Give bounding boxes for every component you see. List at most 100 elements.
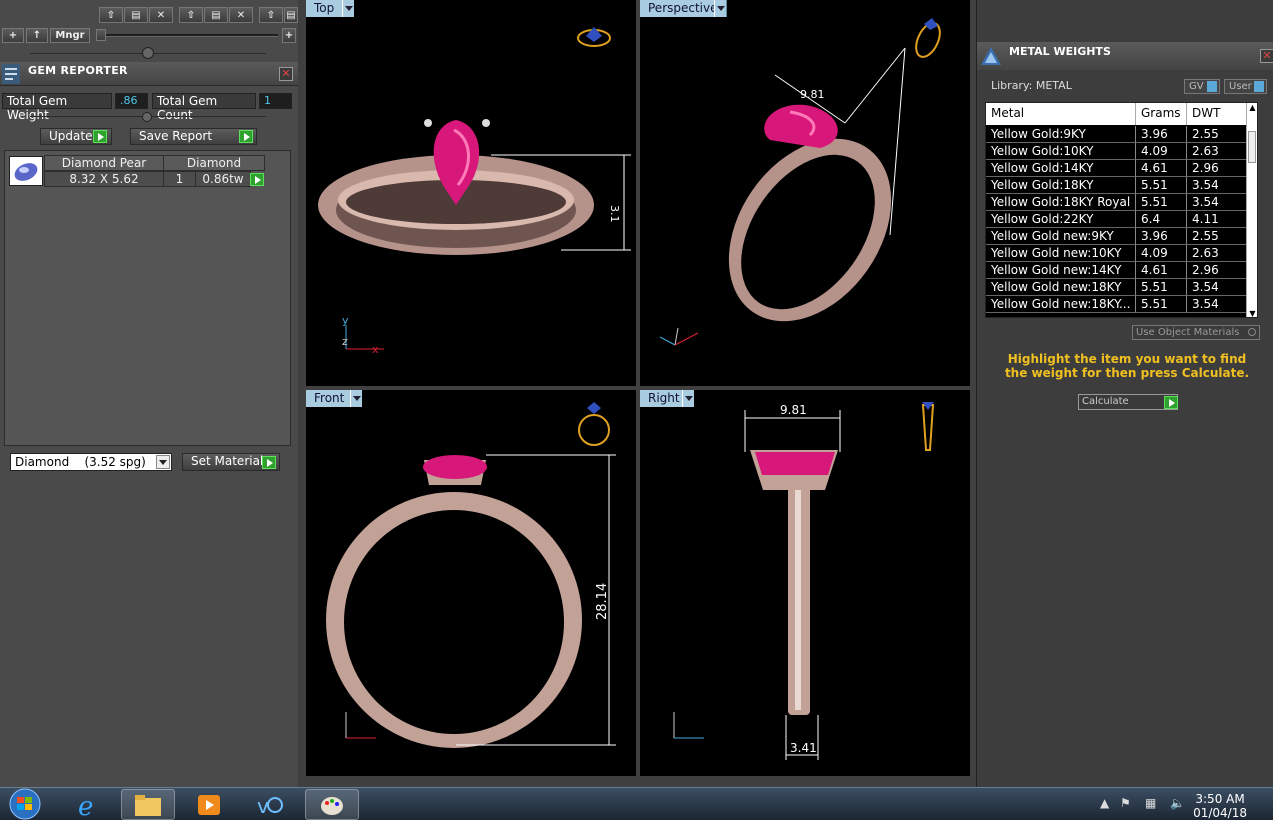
metal-name: Yellow Gold:18KY [986,177,1136,194]
clock[interactable]: 3:50 AM 01/04/18 [1193,792,1247,820]
axis-x-label: x [372,343,379,356]
action-center-icon[interactable]: ⚑ [1120,796,1131,810]
gem-count: 1 [163,171,196,187]
set-material-go-icon[interactable] [262,456,276,469]
collapse-handle[interactable] [142,47,154,59]
save-icon-2[interactable]: ▤ [204,7,228,23]
viewport-area: 3.1 y z x Top 9.81 Perspective 28.14 Fro… [298,0,976,787]
update-label: Update [49,129,93,143]
gem-reporter-icon [2,64,20,84]
metal-table: Metal Grams DWT Yellow Gold:9KY 3.96 2.55 Y… [985,102,1258,318]
ie-icon[interactable]: e [60,789,114,820]
viewport-top[interactable]: 3.1 y z x Top [306,0,636,386]
metal-grams: 4.61 [1136,262,1187,279]
start-button[interactable] [4,788,44,820]
use-object-materials-toggle[interactable]: Use Object Materials [1132,325,1260,340]
slider-plus-button[interactable]: + [282,28,296,43]
calculate-go-icon[interactable] [1164,396,1178,409]
viewport-front[interactable]: 28.14 Front [306,390,636,776]
matrix-app-icon[interactable]: v [243,789,297,820]
delete-icon[interactable]: ✕ [149,7,173,23]
save-icon[interactable]: ▤ [124,7,148,23]
paint-icon[interactable] [305,789,359,820]
move-up-button-2[interactable]: ⇧ [179,7,203,23]
calculate-button[interactable]: Calculate [1078,394,1178,410]
save-report-go-icon[interactable] [239,130,253,143]
metal-grams: 3.96 [1136,126,1187,143]
gem-reporter-title: GEM REPORTER [28,64,128,77]
table-row[interactable]: Yellow Gold:22KY 6.4 4.11 [986,211,1248,228]
user-toggle[interactable]: User [1224,79,1267,94]
library-label: Library: METAL [991,79,1072,92]
use-object-materials-label: Use Object Materials [1136,327,1240,338]
vertical-scrollbar[interactable]: ▲ ▼ [1246,103,1257,317]
viewport-top-tab[interactable]: Top [306,0,344,17]
table-row[interactable]: Yellow Gold:14KY 4.61 2.96 [986,160,1248,177]
metal-grams: 5.51 [1136,177,1187,194]
material-select-value: Diamond (3.52 spg) [15,455,146,469]
collapse-handle-2[interactable] [142,112,152,122]
user-label: User [1229,81,1252,92]
right-dim-top-label: 9.81 [780,403,807,417]
zoom-slider[interactable] [98,34,278,37]
table-row[interactable]: Yellow Gold:10KY 4.09 2.63 [986,143,1248,160]
chevron-down-icon[interactable] [156,455,170,469]
network-icon[interactable]: ▦ [1145,796,1156,810]
ring-right-view: 9.81 3.41 [673,402,935,760]
up-button[interactable]: ↑ [26,28,48,43]
metal-weights-header: METAL WEIGHTS ✕ [977,42,1273,70]
gem-row-go-icon[interactable] [250,173,264,186]
table-row[interactable]: Yellow Gold:9KY 3.96 2.55 [986,126,1248,143]
metal-name: Yellow Gold new:9KY [986,228,1136,245]
viewport-right[interactable]: 9.81 3.41 Right [640,390,970,776]
material-select[interactable]: Diamond (3.52 spg) [10,453,172,471]
volume-icon[interactable]: 🔈 [1170,796,1185,810]
save-report-button[interactable]: Save Report [130,128,257,145]
save-icon-3[interactable]: ▤ [284,7,298,23]
add-button[interactable]: + [2,28,24,43]
viewport-front-tab[interactable]: Front [306,390,354,407]
media-player-icon[interactable] [182,789,236,820]
col-metal[interactable]: Metal [986,103,1136,125]
table-row[interactable]: Yellow Gold:18KY 5.51 3.54 [986,177,1248,194]
clock-date: 01/04/18 [1193,806,1247,820]
close-icon[interactable]: ✕ [279,67,293,81]
col-grams[interactable]: Grams [1136,103,1187,125]
table-row[interactable]: Yellow Gold new:10KY 4.09 2.63 [986,245,1248,262]
perspective-dim-label: 9.81 [800,88,825,101]
instruction-text: Highlight the item you want to find the … [1004,352,1250,380]
mngr-button[interactable]: Mngr [50,28,90,43]
windows-logo-icon [9,788,41,820]
close-icon[interactable]: ✕ [1260,49,1273,63]
update-go-icon[interactable] [93,130,107,143]
col-dwt[interactable]: DWT [1187,103,1248,125]
table-row[interactable]: Yellow Gold:18KY Royal 5.51 3.54 [986,194,1248,211]
metal-dwt: 2.63 [1187,245,1248,262]
metal-grams: 6.4 [1136,211,1187,228]
viewport-right-dropdown-icon[interactable] [682,390,694,407]
move-up-button-3[interactable]: ⇧ [259,7,283,23]
slider-handle[interactable] [96,29,106,41]
metal-name: Yellow Gold:10KY [986,143,1136,160]
viewport-perspective[interactable]: 9.81 Perspective [640,0,970,386]
viewport-top-dropdown-icon[interactable] [342,0,354,17]
move-up-button[interactable]: ⇧ [99,7,123,23]
table-row[interactable]: Yellow Gold new:14KY 4.61 2.96 [986,262,1248,279]
table-row[interactable]: Yellow Gold new:18KY... 5.51 3.54 [986,296,1248,313]
metal-grams: 4.09 [1136,245,1187,262]
gem-weight: 0.86tw [195,171,251,187]
diamond-pear-thumbnail[interactable] [9,156,43,186]
front-dim-label: 28.14 [595,583,610,620]
ring-top-view: 3.1 y z x [318,27,631,356]
metal-grams: 5.51 [1136,279,1187,296]
viewport-front-dropdown-icon[interactable] [350,390,362,407]
set-material-label: Set Material [191,454,264,468]
delete-icon-2[interactable]: ✕ [229,7,253,23]
table-row[interactable]: Yellow Gold new:18KY 5.51 3.54 [986,279,1248,296]
viewport-perspective-dropdown-icon[interactable] [714,0,726,17]
show-hidden-icons[interactable]: ▲ [1100,796,1109,810]
gv-toggle[interactable]: GV [1184,79,1220,94]
table-row[interactable]: Yellow Gold new:9KY 3.96 2.55 [986,228,1248,245]
folder-icon[interactable] [121,789,175,820]
clock-time: 3:50 AM [1195,792,1245,806]
